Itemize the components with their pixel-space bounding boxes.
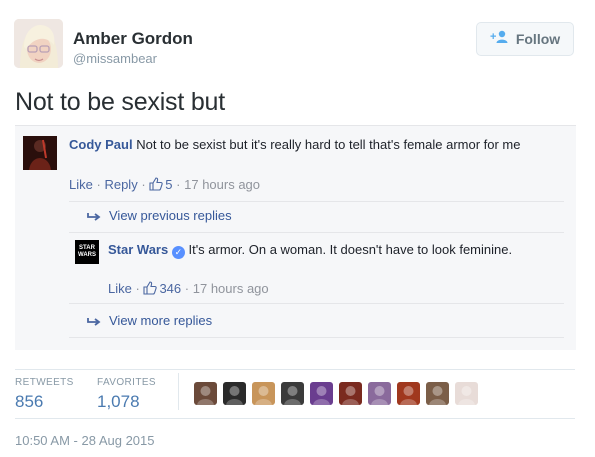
view-more-replies: View more replies bbox=[87, 313, 212, 328]
separator: · bbox=[96, 177, 101, 192]
favorites-label: FAVORITES bbox=[97, 377, 156, 388]
view-previous-replies: View previous replies bbox=[87, 208, 232, 223]
cody-paul-avatar bbox=[23, 136, 57, 170]
like-link: Like bbox=[108, 281, 132, 296]
user-avatar[interactable] bbox=[14, 19, 63, 68]
comment-actions: Like · Reply · 5 · 17 hours ago bbox=[69, 177, 260, 192]
like-count: 346 bbox=[143, 281, 184, 296]
favoriter-avatar-4[interactable] bbox=[281, 382, 304, 405]
comment-time: 17 hours ago bbox=[184, 177, 261, 192]
divider bbox=[69, 201, 564, 202]
favoriter-avatar-5[interactable] bbox=[310, 382, 333, 405]
favoriter-avatar-7[interactable] bbox=[368, 382, 391, 405]
comment-text: It's armor. On a woman. It doesn't have … bbox=[188, 242, 513, 257]
tweet-text: Not to be sexist but bbox=[15, 88, 226, 116]
retweets-count: 856 bbox=[15, 392, 44, 411]
comment-author: Cody Paul bbox=[69, 137, 133, 152]
reply-arrow-icon bbox=[87, 212, 101, 221]
thumbs-up-icon bbox=[143, 281, 158, 295]
separator: · bbox=[176, 177, 181, 192]
svg-text:+: + bbox=[490, 31, 496, 43]
follow-button-label: Follow bbox=[515, 31, 561, 47]
like-link: Like bbox=[69, 177, 93, 192]
stats-divider-bottom bbox=[15, 418, 575, 419]
favoriter-avatars bbox=[194, 382, 478, 405]
like-count-value: 346 bbox=[159, 281, 182, 296]
like-count-value: 5 bbox=[165, 177, 173, 192]
favoriter-avatar-2[interactable] bbox=[223, 382, 246, 405]
comment-author: Star Wars bbox=[108, 242, 169, 257]
favoriter-avatar-3[interactable] bbox=[252, 382, 275, 405]
stats-divider-top bbox=[15, 369, 575, 370]
separator: · bbox=[184, 281, 190, 296]
tweet-timestamp[interactable]: 10:50 AM - 28 Aug 2015 bbox=[15, 433, 155, 448]
star-wars-logo-text: STAR WARS bbox=[78, 245, 96, 258]
comment-time: 17 hours ago bbox=[192, 281, 269, 296]
comment-star-wars: Star Wars ✓ It's armor. On a woman. It d… bbox=[108, 240, 558, 259]
divider bbox=[69, 303, 564, 304]
favoriter-avatar-8[interactable] bbox=[397, 382, 420, 405]
user-name[interactable]: Amber Gordon bbox=[73, 29, 193, 49]
embedded-image[interactable]: Cody Paul Not to be sexist but it's real… bbox=[15, 125, 576, 350]
favoriter-avatar-6[interactable] bbox=[339, 382, 362, 405]
person-add-icon: + bbox=[490, 30, 510, 49]
like-count: 5 bbox=[149, 177, 176, 192]
favoriter-avatar-9[interactable] bbox=[426, 382, 449, 405]
retweets-stat[interactable]: RETWEETS 856 bbox=[15, 377, 74, 412]
view-more-replies-label: View more replies bbox=[109, 313, 213, 328]
follow-button[interactable]: + Follow bbox=[476, 22, 574, 56]
retweets-label: RETWEETS bbox=[15, 377, 74, 388]
reply-link: Reply bbox=[104, 177, 138, 192]
separator: · bbox=[141, 177, 146, 192]
star-wars-avatar: STAR WARS bbox=[75, 240, 99, 264]
favorites-stat[interactable]: FAVORITES 1,078 bbox=[97, 377, 156, 412]
thumbs-up-icon bbox=[149, 177, 163, 191]
separator: · bbox=[135, 281, 140, 296]
user-handle[interactable]: @missambear bbox=[73, 51, 157, 66]
favorites-count: 1,078 bbox=[97, 392, 140, 411]
stats-vertical-divider bbox=[178, 373, 179, 410]
divider bbox=[69, 232, 564, 233]
comment-cody-paul: Cody Paul Not to be sexist but it's real… bbox=[69, 136, 559, 154]
verified-badge-icon: ✓ bbox=[171, 246, 185, 259]
comment-actions: Like · 346 · 17 hours ago bbox=[108, 281, 269, 296]
divider bbox=[69, 337, 564, 338]
view-previous-replies-label: View previous replies bbox=[109, 208, 232, 223]
reply-arrow-icon bbox=[87, 317, 101, 326]
favoriter-avatar-10[interactable] bbox=[455, 382, 478, 405]
favoriter-avatar-1[interactable] bbox=[194, 382, 217, 405]
comment-text: Not to be sexist but it's really hard to… bbox=[136, 137, 521, 152]
